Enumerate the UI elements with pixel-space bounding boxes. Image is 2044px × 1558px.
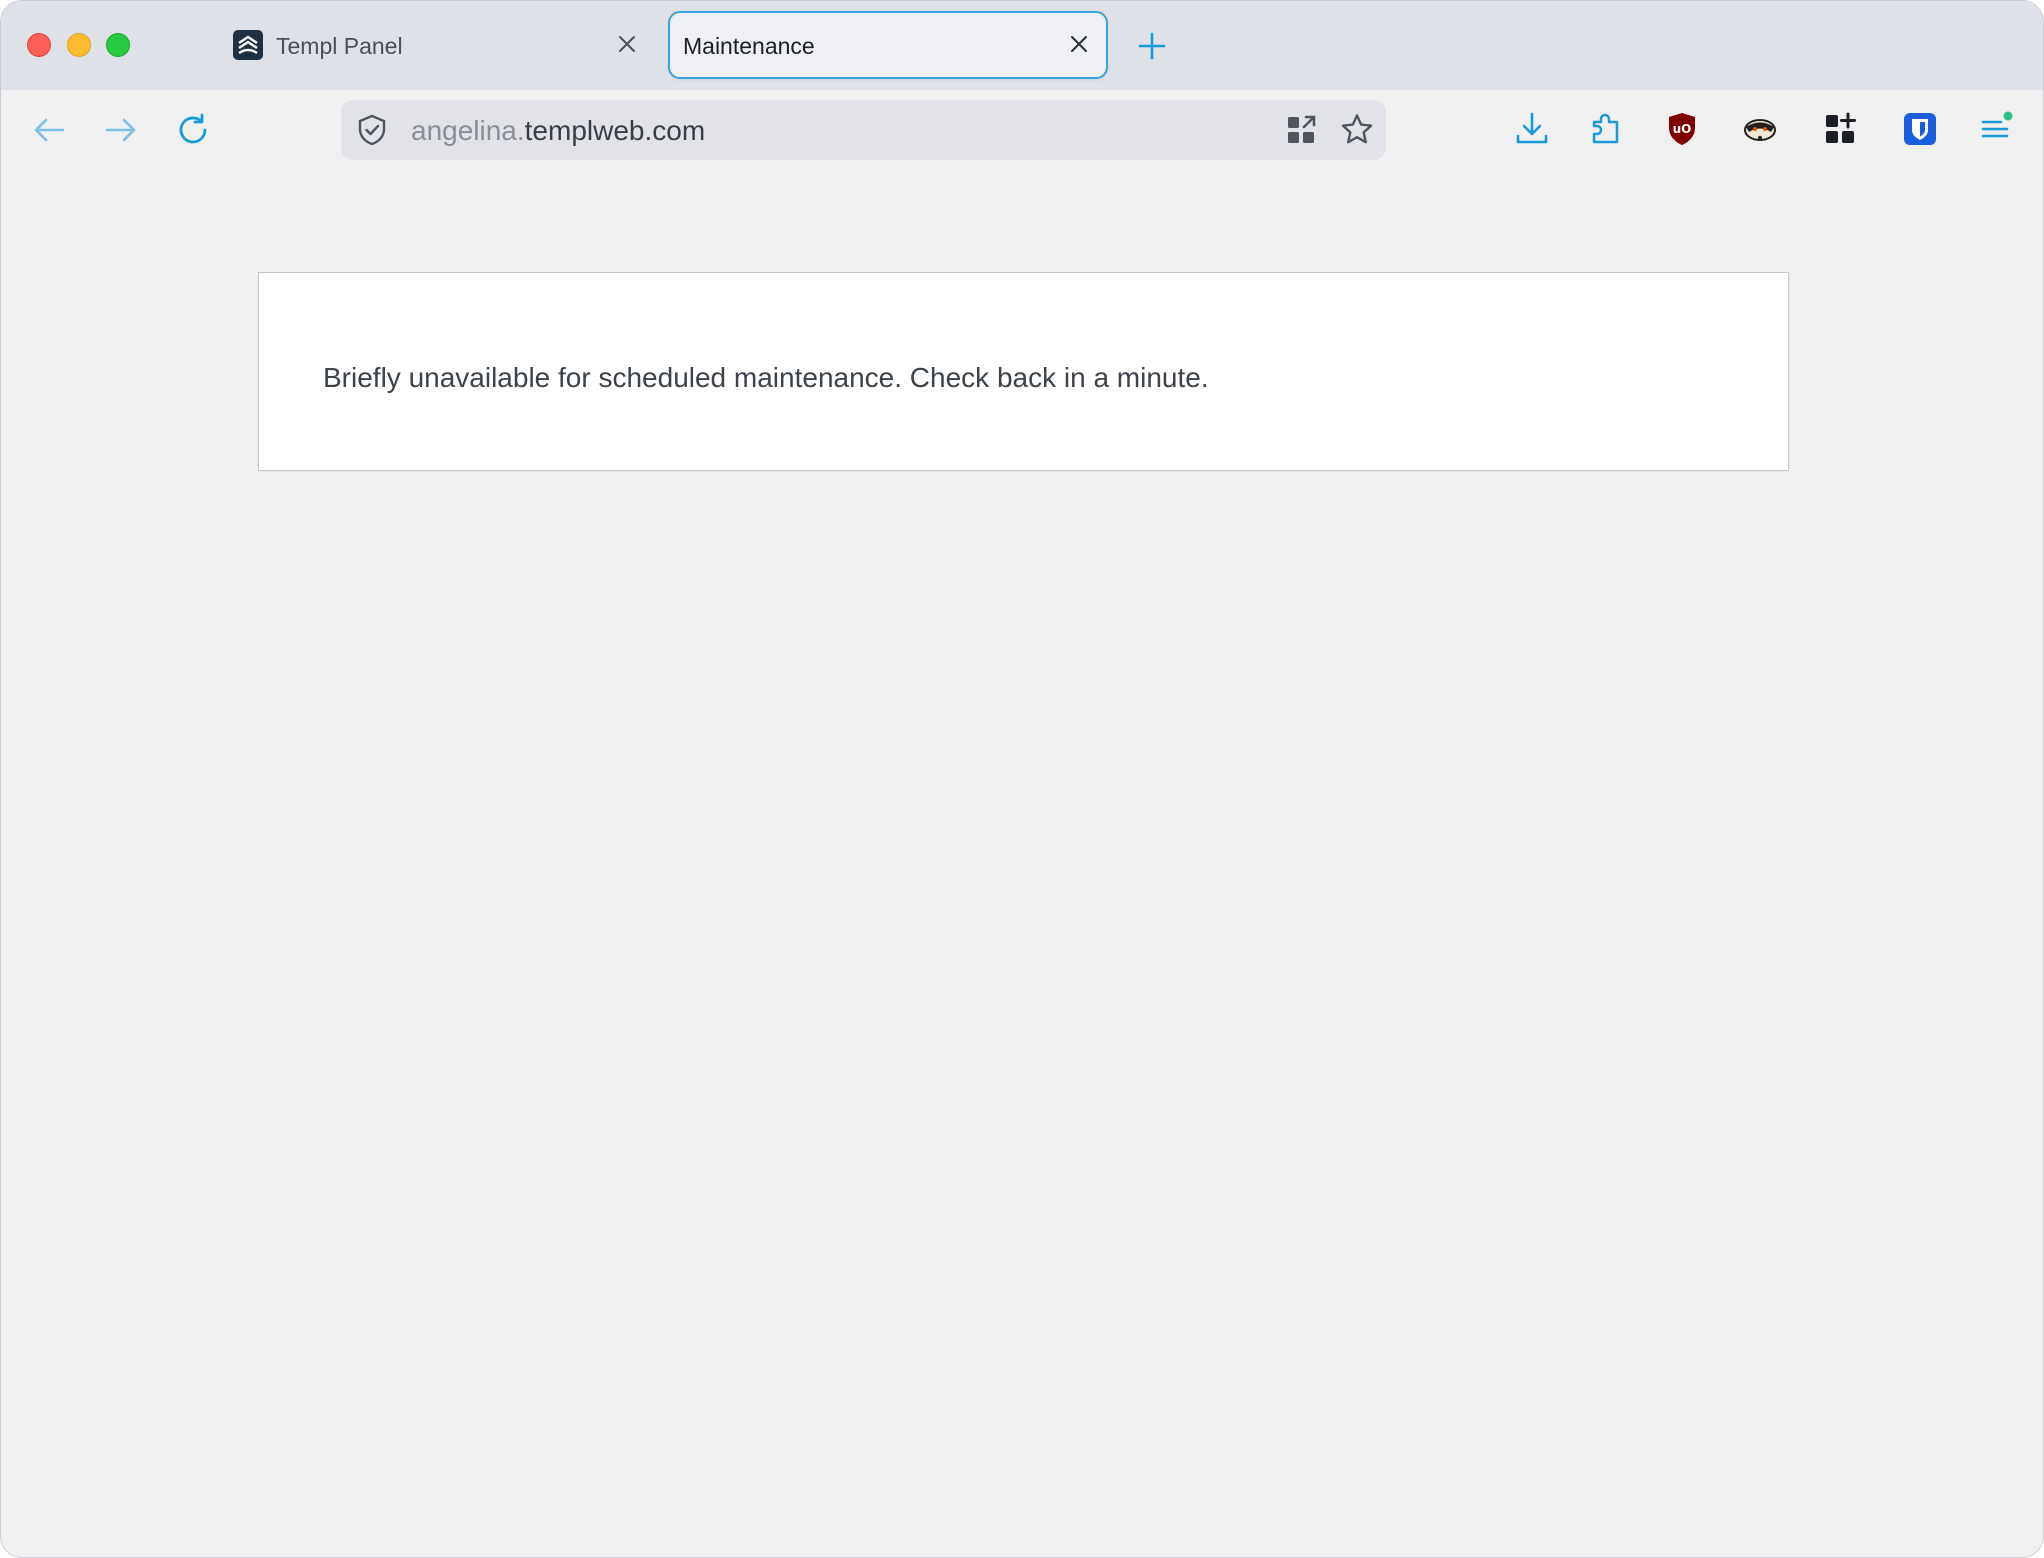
reload-icon[interactable]: [175, 112, 211, 148]
minimize-window-button[interactable]: [67, 33, 91, 57]
zoom-window-button[interactable]: [106, 33, 130, 57]
tab-templ-panel[interactable]: Templ Panel: [223, 11, 647, 79]
back-icon[interactable]: [31, 112, 67, 148]
menu-icon[interactable]: [1977, 110, 2015, 148]
url-text[interactable]: angelina.templweb.com: [411, 115, 705, 147]
close-tab-icon[interactable]: [1065, 30, 1093, 58]
shield-icon[interactable]: [355, 113, 389, 147]
new-tab-plus-icon[interactable]: [1137, 31, 1167, 61]
templ-panel-favicon-icon: [233, 30, 263, 60]
privacy-badger-icon[interactable]: [1741, 110, 1779, 148]
page-content: Briefly unavailable for scheduled mainte…: [1, 170, 2043, 1557]
svg-text:uO: uO: [1673, 122, 1692, 136]
extensions-icon[interactable]: [1587, 110, 1625, 148]
maintenance-notice: Briefly unavailable for scheduled mainte…: [258, 272, 1789, 471]
ublock-icon[interactable]: uO: [1663, 110, 1701, 148]
apps-icon[interactable]: [1821, 110, 1859, 148]
url-domain: templweb.com: [524, 115, 706, 146]
navigation-toolbar: angelina.templweb.com uO: [1, 90, 2043, 170]
tab-maintenance[interactable]: Maintenance: [668, 11, 1108, 79]
browser-window: Templ Panel Maintenance angelina.templwe…: [0, 0, 2044, 1558]
maintenance-message: Briefly unavailable for scheduled mainte…: [323, 362, 1209, 393]
tab-title: Templ Panel: [276, 33, 403, 59]
qr-code-icon[interactable]: [1283, 112, 1319, 148]
url-subdomain: angelina.: [411, 115, 525, 146]
download-icon[interactable]: [1513, 110, 1551, 148]
address-bar[interactable]: angelina.templweb.com: [341, 100, 1386, 160]
bitwarden-icon[interactable]: [1901, 110, 1939, 148]
forward-icon[interactable]: [103, 112, 139, 148]
close-window-button[interactable]: [27, 33, 51, 57]
tab-strip: Templ Panel Maintenance: [1, 1, 2043, 90]
bookmark-star-icon[interactable]: [1339, 112, 1375, 148]
close-tab-icon[interactable]: [613, 30, 641, 58]
tab-title: Maintenance: [683, 33, 815, 59]
